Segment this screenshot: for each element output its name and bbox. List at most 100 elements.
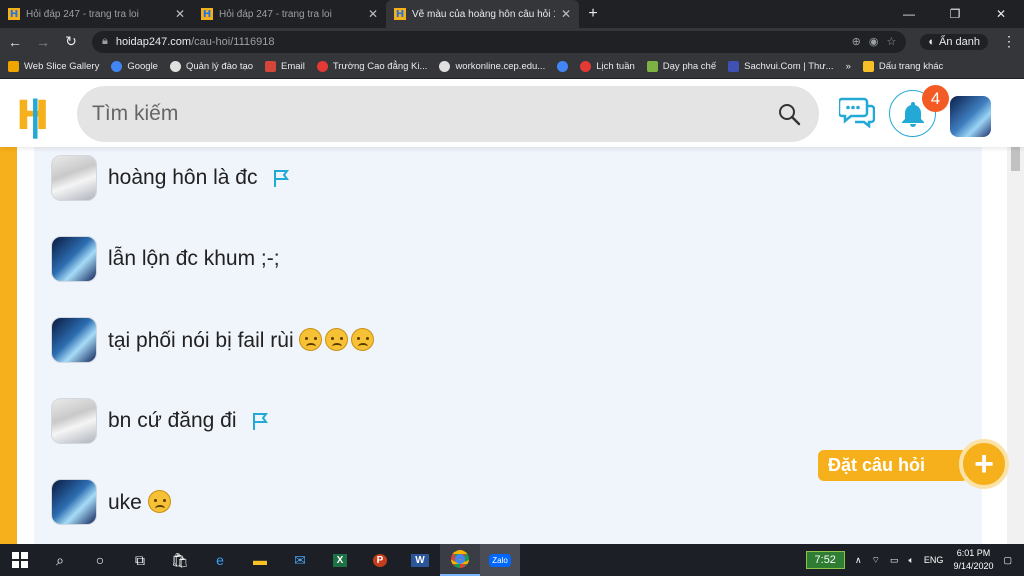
sad-face-emoji-icon (351, 327, 375, 351)
close-tab-icon[interactable]: ✕ (561, 7, 571, 21)
clock[interactable]: 6:01 PM 9/14/2020 (953, 547, 993, 573)
windows-start-icon[interactable] (0, 544, 40, 576)
bookmark-label: Google (127, 61, 158, 72)
search-icon[interactable]: ⌕ (40, 544, 80, 576)
wifi-icon[interactable]: ⌔ (872, 555, 880, 566)
bookmark-favicon-icon (8, 61, 19, 72)
bookmark-star-icon[interactable]: ☆ (886, 35, 896, 48)
other-bookmarks-folder[interactable]: Dấu trang khác (862, 61, 944, 72)
notifications-center-icon[interactable]: ▢ (1003, 555, 1012, 566)
site-favicon-icon: H (8, 8, 20, 20)
comment-text-body: uke (108, 490, 142, 514)
bookmark-item[interactable]: workonline.cep.edu... (439, 61, 545, 72)
search-icon[interactable] (777, 102, 801, 126)
report-flag-icon[interactable] (272, 168, 290, 188)
site-favicon-icon: H (394, 8, 406, 20)
volume-icon[interactable]: 🔈︎ (909, 555, 914, 566)
bookmark-item[interactable]: Google (111, 61, 158, 72)
zalo-icon[interactable]: Zalo (480, 544, 520, 576)
edge-icon[interactable]: e (200, 544, 240, 576)
chrome-icon[interactable] (440, 544, 480, 576)
ask-question-label[interactable]: Đặt câu hỏi (818, 450, 976, 481)
url-host: hoidap247.com (115, 35, 192, 48)
user-avatar[interactable] (950, 96, 991, 137)
close-tab-icon[interactable]: ✕ (368, 7, 378, 21)
back-arrow-icon[interactable]: ← (8, 34, 22, 50)
globe-icon (439, 61, 451, 72)
browser-tab[interactable]: H Hỏi đáp 247 - trang tra loi ✕ (0, 0, 193, 28)
college-icon (316, 61, 328, 72)
zoom-icon[interactable]: ⊕ (852, 35, 861, 48)
file-explorer-icon[interactable]: ▬ (240, 544, 280, 576)
bookmark-item[interactable]: Lịch tuần (580, 61, 635, 72)
search-input[interactable] (92, 102, 777, 126)
store-icon[interactable]: 🛍︎ (160, 544, 200, 576)
comment-text-body: tại phối nói bị fail rùi (108, 328, 294, 352)
mail-icon[interactable]: ✉ (280, 544, 320, 576)
clock-time: 6:01 PM (956, 548, 991, 558)
page-scrollbar[interactable] (1007, 147, 1024, 544)
incognito-icon: ◐ (928, 35, 936, 48)
show-hidden-icons-icon[interactable]: ∧ (855, 555, 862, 566)
comment-text: tại phối nói bị fail rùi (108, 327, 377, 353)
bookmark-label: Dấu trang khác (878, 61, 944, 72)
logo-accent: | (28, 93, 43, 139)
ask-question-fab[interactable]: Đặt câu hỏi + (818, 439, 1009, 489)
restore-icon[interactable]: ❐ (932, 0, 978, 28)
browser-tab[interactable]: H Hỏi đáp 247 - trang tra loi ✕ (193, 0, 386, 28)
more-bookmarks-icon[interactable]: » (846, 61, 851, 72)
site-header: H| 4 (0, 79, 1024, 147)
bookmark-favicon-icon (728, 61, 740, 72)
tab-title: Hỏi đáp 247 - trang tra loi (219, 8, 332, 20)
powerpoint-icon[interactable]: P (360, 544, 400, 576)
commenter-avatar[interactable] (51, 236, 97, 282)
messages-icon[interactable] (839, 96, 875, 128)
plus-icon[interactable]: + (959, 439, 1009, 489)
bookmark-item[interactable]: Sachvui.Com | Thư... (728, 61, 834, 72)
comment-item: bn cứ đăng đi (51, 398, 269, 444)
new-tab-button[interactable]: + (579, 0, 607, 28)
commenter-avatar[interactable] (51, 155, 97, 201)
minimize-icon[interactable]: — (886, 0, 932, 28)
scrollbar-thumb[interactable] (1011, 147, 1020, 171)
reload-icon[interactable]: ↻ (64, 33, 78, 50)
tab-title: Hỏi đáp 247 - trang tra loi (26, 8, 139, 20)
excel-icon[interactable]: X (320, 544, 360, 576)
bookmark-item[interactable]: Dạy pha chế (646, 61, 716, 72)
battery-time-indicator[interactable]: 7:52 (805, 551, 845, 569)
clock-date: 9/14/2020 (953, 561, 994, 571)
bookmark-item[interactable]: Trường Cao đẳng Ki... (316, 61, 427, 72)
tracking-blocked-icon[interactable]: ◉ (869, 35, 879, 48)
bookmark-label: workonline.cep.edu... (455, 61, 546, 72)
bookmark-label: Lịch tuần (596, 61, 635, 72)
battery-icon[interactable]: ▭ (890, 555, 899, 566)
report-flag-icon[interactable] (251, 411, 269, 431)
bookmark-item[interactable]: Quản lý đào tạo (169, 61, 253, 72)
commenter-avatar[interactable] (51, 398, 97, 444)
bookmark-label: Sachvui.Com | Thư... (744, 61, 834, 72)
browser-tab-active[interactable]: H Vẽ màu của hoàng hôn câu hỏi 11 ✕ (386, 0, 579, 28)
commenter-avatar[interactable] (51, 317, 97, 363)
bookmark-item[interactable]: Email (265, 61, 305, 72)
close-tab-icon[interactable]: ✕ (175, 7, 185, 21)
bookmark-item[interactable]: Web Slice Gallery (8, 61, 99, 72)
window-controls: — ❐ ✕ (886, 0, 1024, 28)
close-window-icon[interactable]: ✕ (978, 0, 1024, 28)
task-view-icon[interactable]: ⧉ (120, 544, 160, 576)
profile-label: Ẩn danh (939, 35, 980, 48)
commenter-avatar[interactable] (51, 479, 97, 525)
word-icon[interactable]: W (400, 544, 440, 576)
windows-taskbar: ⌕ ○ ⧉ 🛍︎ e ▬ ✉ X P W Zalo 7:52 ∧ ⌔ ▭ 🔈︎ … (0, 544, 1024, 576)
menu-kebab-icon[interactable]: ⋮ (1002, 33, 1016, 50)
browser-tab-strip: H Hỏi đáp 247 - trang tra loi ✕ H Hỏi đá… (0, 0, 1024, 28)
language-indicator[interactable]: ENG (924, 555, 944, 565)
browser-toolbar: ← → ↻ 🔒︎ hoidap247.com/cau-hoi/1116918 ⊕… (0, 28, 1024, 55)
incognito-profile-button[interactable]: ◐ Ẩn danh (920, 33, 988, 50)
bookmark-item[interactable] (557, 61, 569, 72)
address-bar[interactable]: 🔒︎ hoidap247.com/cau-hoi/1116918 ⊕ ◉ ☆ (92, 30, 907, 53)
forward-arrow-icon[interactable]: → (36, 34, 50, 50)
cortana-icon[interactable]: ○ (80, 544, 120, 576)
google-icon (557, 61, 569, 72)
hoidap247-logo[interactable]: H | (16, 93, 50, 139)
sad-face-emoji-icon (299, 327, 323, 351)
